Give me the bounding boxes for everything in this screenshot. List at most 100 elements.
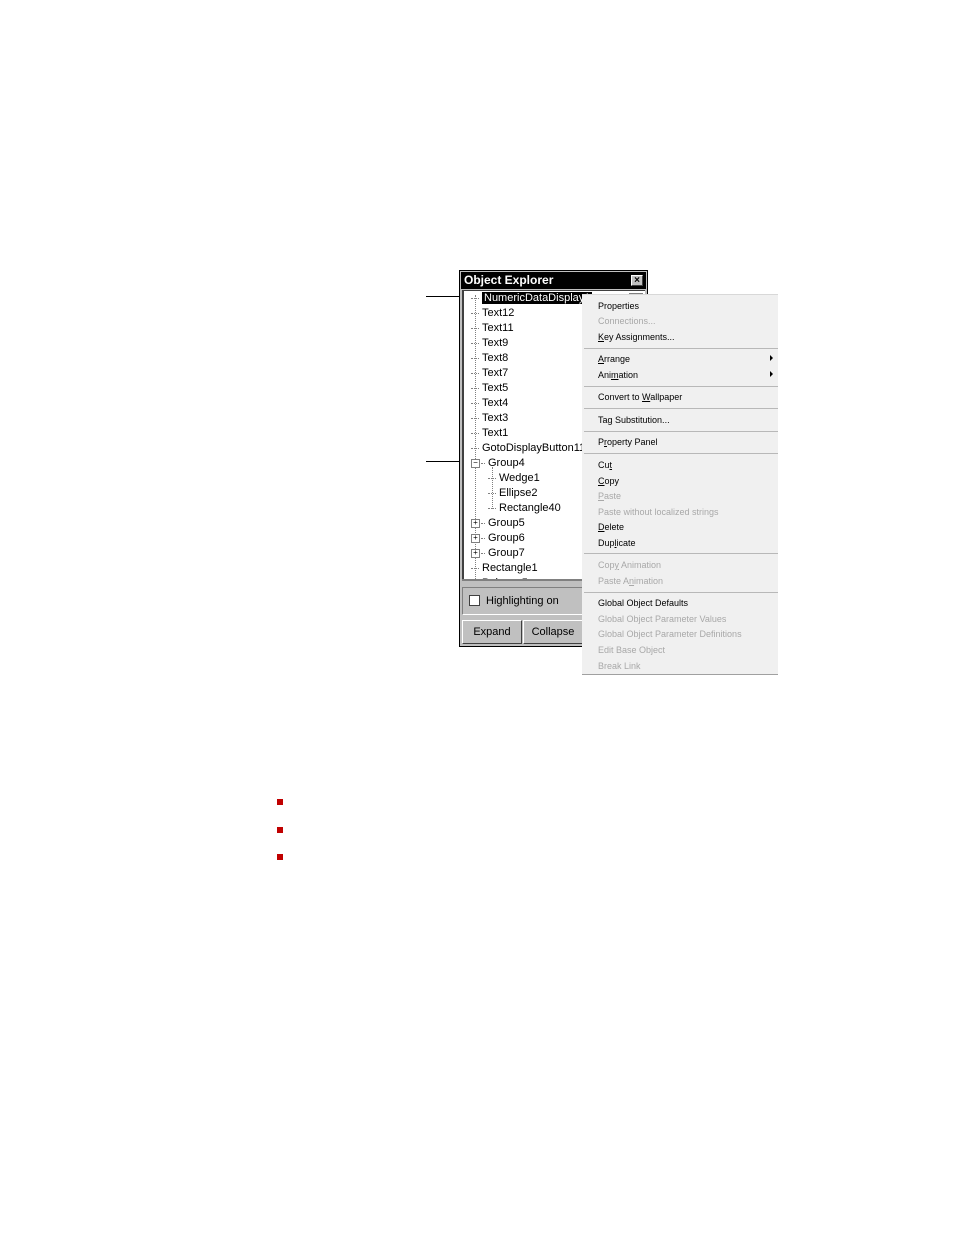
menu-item-copy[interactable]: Copy (598, 475, 619, 487)
tree-child-connector-line (492, 467, 493, 509)
tree-item[interactable]: Text11 (471, 321, 514, 336)
menu-item-tag-substitution[interactable]: Tag Substitution... (598, 414, 670, 426)
tree-item-label: Group7 (488, 547, 525, 559)
menu-item-label: Animation (598, 370, 639, 380)
menu-item-global-object-defaults[interactable]: Global Object Defaults (598, 597, 688, 609)
submenu-arrow-icon (770, 371, 773, 377)
tree-item[interactable]: Text5 (471, 381, 508, 396)
expand-icon[interactable]: + (471, 548, 480, 558)
tree-item[interactable]: Ellipse2 (488, 486, 538, 501)
menu-item-duplicate[interactable]: Duplicate (598, 537, 636, 549)
menu-item-global-object-parameter-values[interactable]: Global Object Parameter Values (598, 613, 726, 625)
tree-item[interactable]: Text3 (471, 411, 508, 426)
menu-separator (584, 592, 778, 593)
menu-item-label: Paste Animation (598, 576, 664, 586)
tree-item-label: Rectangle40 (499, 502, 561, 514)
menu-item-edit-base-object[interactable]: Edit Base Object (598, 644, 665, 656)
tree-item-label: Rectangle1 (482, 562, 538, 574)
menu-item-label: Duplicate (598, 538, 636, 548)
tree-connector (471, 312, 479, 314)
tree-item-label: Group4 (488, 457, 525, 469)
tree-item[interactable]: Wedge1 (488, 471, 540, 486)
tree-item[interactable]: Text12 (471, 306, 514, 321)
tree-item-label: Ellipse2 (499, 487, 538, 499)
tree-item-label: Text8 (482, 352, 509, 364)
menu-item-property-panel[interactable]: Property Panel (598, 436, 658, 448)
menu-item-label: Properties (598, 301, 640, 311)
menu-item-label: Copy (598, 476, 620, 486)
tree-connector (471, 447, 479, 449)
title-bar[interactable]: Object Explorer × (461, 272, 646, 289)
tree-item[interactable]: − Group4 (471, 456, 525, 471)
menu-item-label: Global Object Parameter Values (598, 614, 727, 624)
bullet-3 (277, 854, 283, 860)
tree-connector (481, 462, 485, 464)
menu-separator (584, 348, 778, 349)
tree-connector (471, 357, 479, 359)
tree-item[interactable]: Rectangle40 (488, 501, 561, 516)
menu-item-label: Edit Base Object (598, 645, 666, 655)
menu-item-key-assignments[interactable]: Key Assignments... (598, 331, 675, 343)
collapse-button[interactable]: Collapse (523, 620, 583, 644)
tree-connector (471, 567, 479, 569)
menu-item-delete[interactable]: Delete (598, 521, 624, 533)
tree-item-label: Text5 (482, 382, 509, 394)
menu-item-arrange[interactable]: Arrange (598, 353, 630, 365)
tree-item[interactable]: + Group7 (471, 546, 525, 561)
tree-connector (481, 552, 485, 554)
tree-item-label: Text11 (482, 322, 514, 334)
tree-item-label: Text9 (482, 337, 509, 349)
menu-item-copy-animation[interactable]: Copy Animation (598, 559, 661, 571)
expand-button[interactable]: Expand (462, 620, 522, 644)
bullet-1 (277, 799, 283, 805)
tree-item-label: GotoDisplayButton11 (482, 442, 586, 454)
tree-item[interactable]: NumericDataDisplay1 (471, 291, 593, 306)
menu-item-label: Cut (598, 460, 613, 470)
expand-icon[interactable]: + (471, 533, 480, 543)
tree-connector (471, 372, 479, 374)
tree-item[interactable]: Text4 (471, 396, 508, 411)
tree-item[interactable]: + Group5 (471, 516, 525, 531)
menu-item-paste-animation[interactable]: Paste Animation (598, 575, 663, 587)
menu-item-label: Tag Substitution... (598, 415, 670, 425)
menu-item-label: Global Object Parameter Definitions (598, 629, 742, 639)
menu-separator (584, 386, 778, 387)
menu-item-label: Break Link (598, 661, 641, 671)
tree-connector (471, 432, 479, 434)
menu-separator (584, 453, 778, 454)
tree-item[interactable]: Rectangle1 (471, 561, 538, 576)
menu-item-label: Connections... (598, 316, 656, 326)
expand-icon[interactable]: + (471, 518, 480, 528)
menu-item-paste[interactable]: Paste (598, 490, 621, 502)
bullet-2 (277, 827, 283, 833)
collapse-icon[interactable]: − (471, 458, 480, 468)
menu-item-label: Arrange (598, 354, 631, 364)
tree-item[interactable]: GotoDisplayButton11 (471, 441, 585, 456)
tree-connector (471, 417, 479, 419)
menu-item-label: Paste (598, 491, 622, 501)
context-menu: Properties Connections... Key Assignments.… (582, 294, 778, 675)
tree-item[interactable]: Text8 (471, 351, 508, 366)
tree-item[interactable]: + Group6 (471, 531, 525, 546)
menu-item-paste-without-localized-strings[interactable]: Paste without localized strings (598, 506, 719, 518)
menu-item-convert-to-wallpaper[interactable]: Convert to Wallpaper (598, 391, 682, 403)
menu-item-animation[interactable]: Animation (598, 369, 638, 381)
tree-connector (471, 402, 479, 404)
tree-item[interactable]: Text9 (471, 336, 508, 351)
tree-item-label: Text12 (482, 307, 515, 319)
tree-item[interactable]: Text1 (471, 426, 508, 441)
menu-item-break-link[interactable]: Break Link (598, 660, 641, 672)
close-button[interactable]: × (631, 275, 643, 286)
menu-item-connections[interactable]: Connections... (598, 315, 656, 327)
tree-item-label: Text1 (482, 427, 509, 439)
menu-item-cut[interactable]: Cut (598, 459, 612, 471)
tree-item-label: Text3 (482, 412, 509, 424)
highlighting-checkbox[interactable] (469, 595, 480, 606)
menu-item-label: Paste without localized strings (598, 507, 719, 517)
tree-item[interactable]: Text7 (471, 366, 508, 381)
menu-item-properties[interactable]: Properties (598, 300, 639, 312)
callout-arrow-line-1 (426, 296, 460, 297)
submenu-arrow-icon (770, 355, 773, 361)
menu-item-global-object-parameter-definitions[interactable]: Global Object Parameter Definitions (598, 628, 742, 640)
callout-arrow-line-2 (426, 461, 460, 462)
